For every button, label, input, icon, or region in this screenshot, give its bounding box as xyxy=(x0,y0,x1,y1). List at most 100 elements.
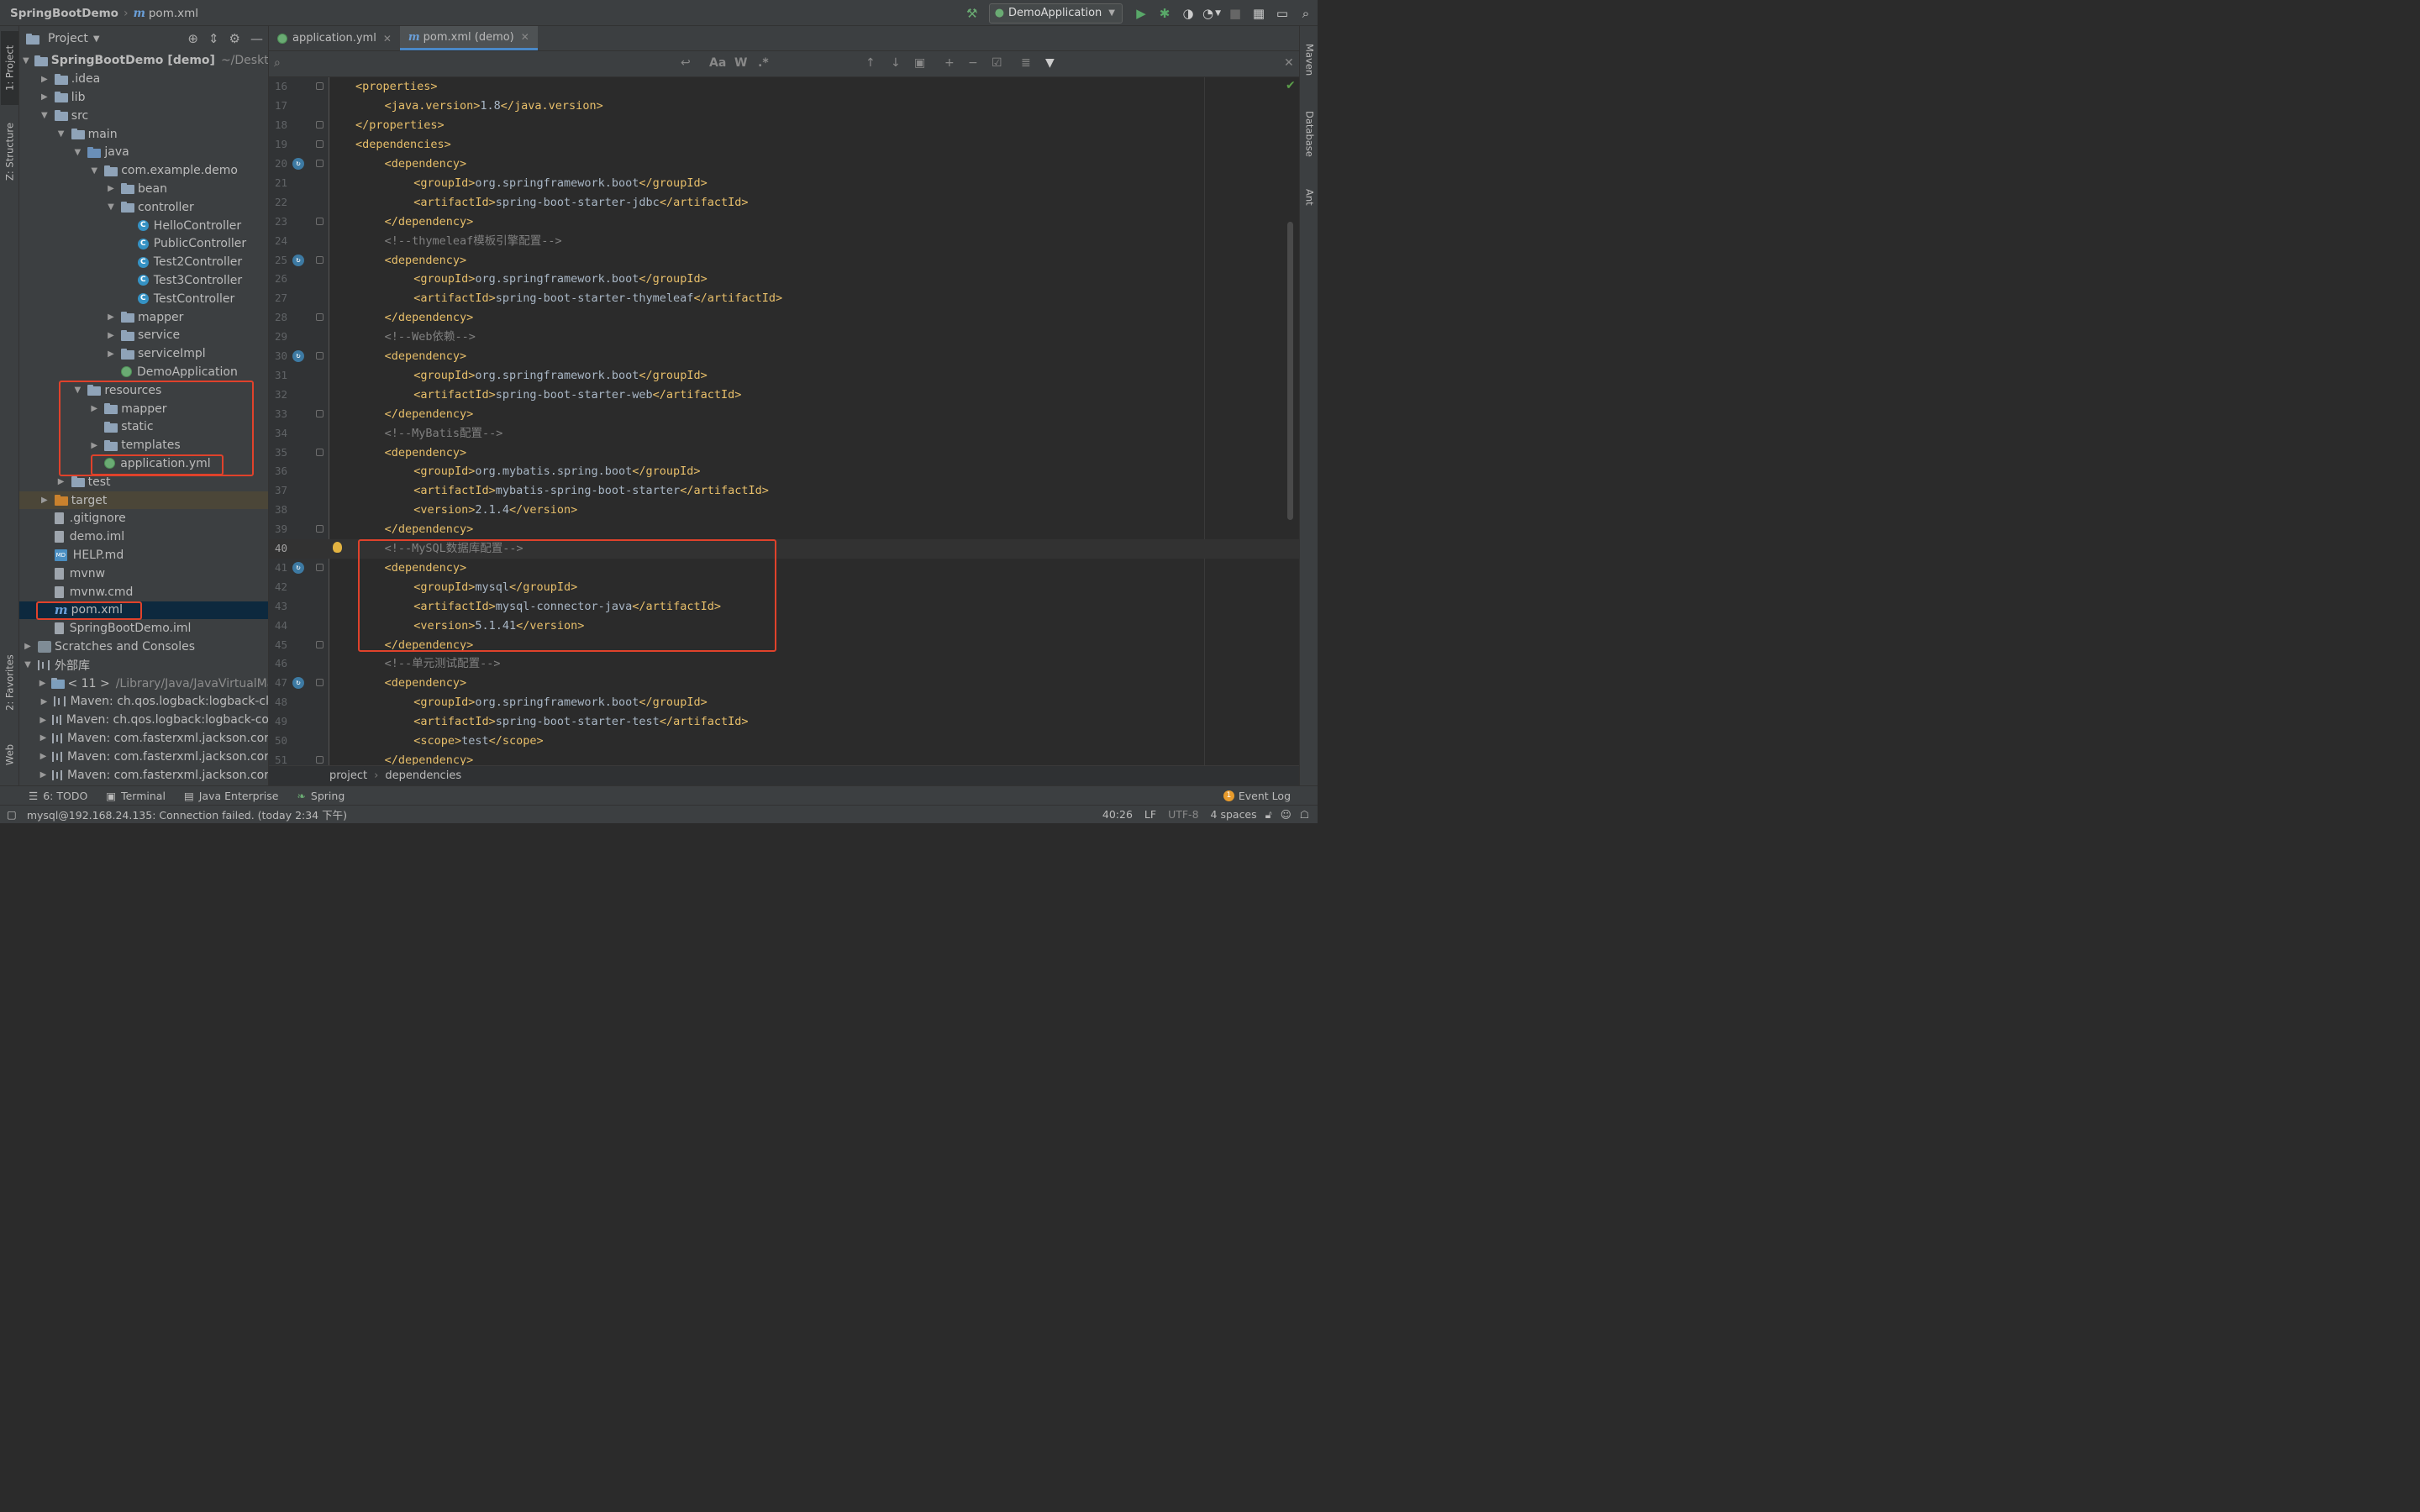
code-line[interactable]: 35 <dependency> xyxy=(269,444,1299,463)
tab-spring[interactable]: ❧ Spring xyxy=(297,790,345,802)
code-line[interactable]: 37 <artifactId>mybatis-spring-boot-starte… xyxy=(269,481,1299,501)
fold-marker-icon[interactable] xyxy=(316,140,324,149)
profile-icon[interactable]: ◔ ▼ xyxy=(1200,2,1223,25)
line-number[interactable]: 36 xyxy=(269,462,287,481)
fold-marker-icon[interactable] xyxy=(316,448,324,456)
code-line[interactable]: 49 <artifactId>spring-boot-starter-test</… xyxy=(269,712,1299,732)
tab-web[interactable]: Web xyxy=(1,733,18,775)
tree-node[interactable]: ▼ src xyxy=(19,107,268,125)
expand-right-icon[interactable]: ▶ xyxy=(89,441,99,450)
tree-node[interactable]: static xyxy=(19,418,268,437)
code-line[interactable]: 47 ↻ <dependency> xyxy=(269,674,1299,693)
code-line[interactable]: 30 ↻ <dependency> xyxy=(269,347,1299,366)
fold-marker-icon[interactable] xyxy=(316,679,324,687)
line-number[interactable]: 48 xyxy=(269,693,287,712)
breadcrumb-file[interactable]: pom.xml xyxy=(149,7,198,20)
tab-structure[interactable]: Z: Structure xyxy=(1,112,18,192)
fold-marker-icon[interactable] xyxy=(316,82,324,91)
expand-down-icon[interactable]: ▼ xyxy=(23,56,29,66)
code-line[interactable]: 26 <groupId>org.springframework.boot</gro… xyxy=(269,270,1299,289)
tab-event-log[interactable]: 1 Event Log xyxy=(1223,790,1291,802)
tree-node[interactable]: ▶ mapper xyxy=(19,400,268,418)
code-line[interactable]: 21 <groupId>org.springframework.boot</gro… xyxy=(269,174,1299,193)
code-line[interactable]: 41 ↻ <dependency> xyxy=(269,559,1299,578)
expand-right-icon[interactable]: ▶ xyxy=(39,679,46,688)
fold-marker-icon[interactable] xyxy=(316,160,324,167)
expand-down-icon[interactable]: ▼ xyxy=(23,660,33,669)
expand-down-icon[interactable]: ▼ xyxy=(39,111,50,120)
tree-node[interactable]: ▶ service xyxy=(19,327,268,345)
line-number[interactable]: 35 xyxy=(269,444,287,463)
debug-bug-icon[interactable]: ✱ xyxy=(1153,2,1176,25)
line-number[interactable]: 41 xyxy=(269,559,287,578)
previous-occurrence-icon[interactable]: ↑ xyxy=(865,56,876,70)
fold-marker-icon[interactable] xyxy=(316,313,324,322)
line-number[interactable]: 32 xyxy=(269,386,287,405)
tree-node[interactable]: ▶ Maven: ch.qos.logback:logback-co xyxy=(19,711,268,729)
find-input[interactable]: ⌕ ↩ xyxy=(269,51,706,76)
tree-node[interactable]: ▶ Maven: com.fasterxml.jackson.cor xyxy=(19,729,268,748)
tab-database[interactable]: Database xyxy=(1301,100,1318,167)
expand-right-icon[interactable]: ▶ xyxy=(39,496,50,505)
line-number[interactable]: 19 xyxy=(269,135,287,155)
code-line[interactable]: 18 </properties> xyxy=(269,116,1299,135)
code-line[interactable]: 23 </dependency> xyxy=(269,213,1299,232)
line-number[interactable]: 24 xyxy=(269,232,287,251)
tab-java-enterprise[interactable]: ▤ Java Enterprise xyxy=(184,790,279,802)
fold-marker-icon[interactable] xyxy=(316,563,324,571)
line-number[interactable]: 40 xyxy=(269,539,287,559)
line-number[interactable]: 43 xyxy=(269,597,287,617)
project-view-select[interactable]: Project xyxy=(48,32,88,45)
code-line[interactable]: 28 </dependency> xyxy=(269,308,1299,328)
line-number[interactable]: 16 xyxy=(269,77,287,97)
expand-right-icon[interactable]: ▶ xyxy=(39,733,47,743)
tab-ant[interactable]: Ant xyxy=(1301,179,1318,216)
tree-node[interactable]: .gitignore xyxy=(19,510,268,528)
tree-node[interactable]: mvnw xyxy=(19,564,268,583)
expand-right-icon[interactable]: ▶ xyxy=(23,642,33,651)
match-case-toggle[interactable]: Aa xyxy=(709,56,726,70)
code-line[interactable]: 48 <groupId>org.springframework.boot</gro… xyxy=(269,693,1299,712)
tree-node[interactable]: ▼ resources xyxy=(19,381,268,400)
expand-down-icon[interactable]: ▼ xyxy=(56,129,66,139)
expand-right-icon[interactable]: ▶ xyxy=(106,312,116,322)
expand-right-icon[interactable]: ▶ xyxy=(39,716,47,725)
line-number[interactable]: 46 xyxy=(269,654,287,674)
code-line[interactable]: 24 <!--thymeleaf模板引擎配置--> xyxy=(269,232,1299,251)
code-line[interactable]: 43 <artifactId>mysql-connector-java</arti… xyxy=(269,597,1299,617)
expand-right-icon[interactable]: ▶ xyxy=(39,92,50,102)
remove-occurrence-icon[interactable]: − xyxy=(968,56,978,70)
tree-node[interactable]: ▼ com.example.demo xyxy=(19,161,268,180)
line-number[interactable]: 50 xyxy=(269,732,287,751)
close-icon[interactable]: ✕ xyxy=(383,33,392,45)
expand-right-icon[interactable]: ▶ xyxy=(106,349,116,359)
breadcrumb-dependencies-node[interactable]: dependencies xyxy=(385,769,461,782)
expand-down-icon[interactable]: ▼ xyxy=(72,148,82,157)
tree-node[interactable]: ▼ SpringBootDemo[demo] ~/Desktop/ xyxy=(19,52,268,71)
expand-right-icon[interactable]: ▶ xyxy=(56,477,66,486)
close-icon[interactable]: ✕ xyxy=(521,31,529,43)
code-line[interactable]: 40 <!--MySQL数据库配置--> xyxy=(269,539,1299,559)
tree-node[interactable]: ▶ Maven: com.fasterxml.jackson.cor xyxy=(19,748,268,766)
line-number[interactable]: 20 xyxy=(269,155,287,174)
line-number[interactable]: 28 xyxy=(269,308,287,328)
notifications-icon[interactable]: ☖ xyxy=(1300,808,1309,821)
line-number[interactable]: 25 xyxy=(269,251,287,270)
dependency-update-icon[interactable]: ↻ xyxy=(292,350,304,362)
code-line[interactable]: 31 <groupId>org.springframework.boot</gro… xyxy=(269,366,1299,386)
code-line[interactable]: 51 </dependency> xyxy=(269,751,1299,765)
code-line[interactable]: 39 </dependency> xyxy=(269,520,1299,539)
line-number[interactable]: 49 xyxy=(269,712,287,732)
dependency-update-icon[interactable]: ↻ xyxy=(292,561,304,574)
tab-terminal[interactable]: ▣ Terminal xyxy=(106,790,166,802)
code-line[interactable]: 36 <groupId>org.mybatis.spring.boot</grou… xyxy=(269,462,1299,481)
intention-bulb-icon[interactable] xyxy=(333,542,342,553)
select-all-occurrences-icon[interactable]: ▣ xyxy=(914,56,925,70)
tree-node[interactable]: ▶ bean xyxy=(19,180,268,198)
fold-marker-icon[interactable] xyxy=(316,217,324,225)
expand-down-icon[interactable]: ▼ xyxy=(106,202,116,212)
tree-node[interactable]: SpringBootDemo.iml xyxy=(19,619,268,638)
toggle-tool-windows-icon[interactable]: ▢ xyxy=(7,808,17,821)
run-icon[interactable]: ▶ xyxy=(1129,2,1153,25)
tree-node[interactable]: ▼ java xyxy=(19,144,268,162)
